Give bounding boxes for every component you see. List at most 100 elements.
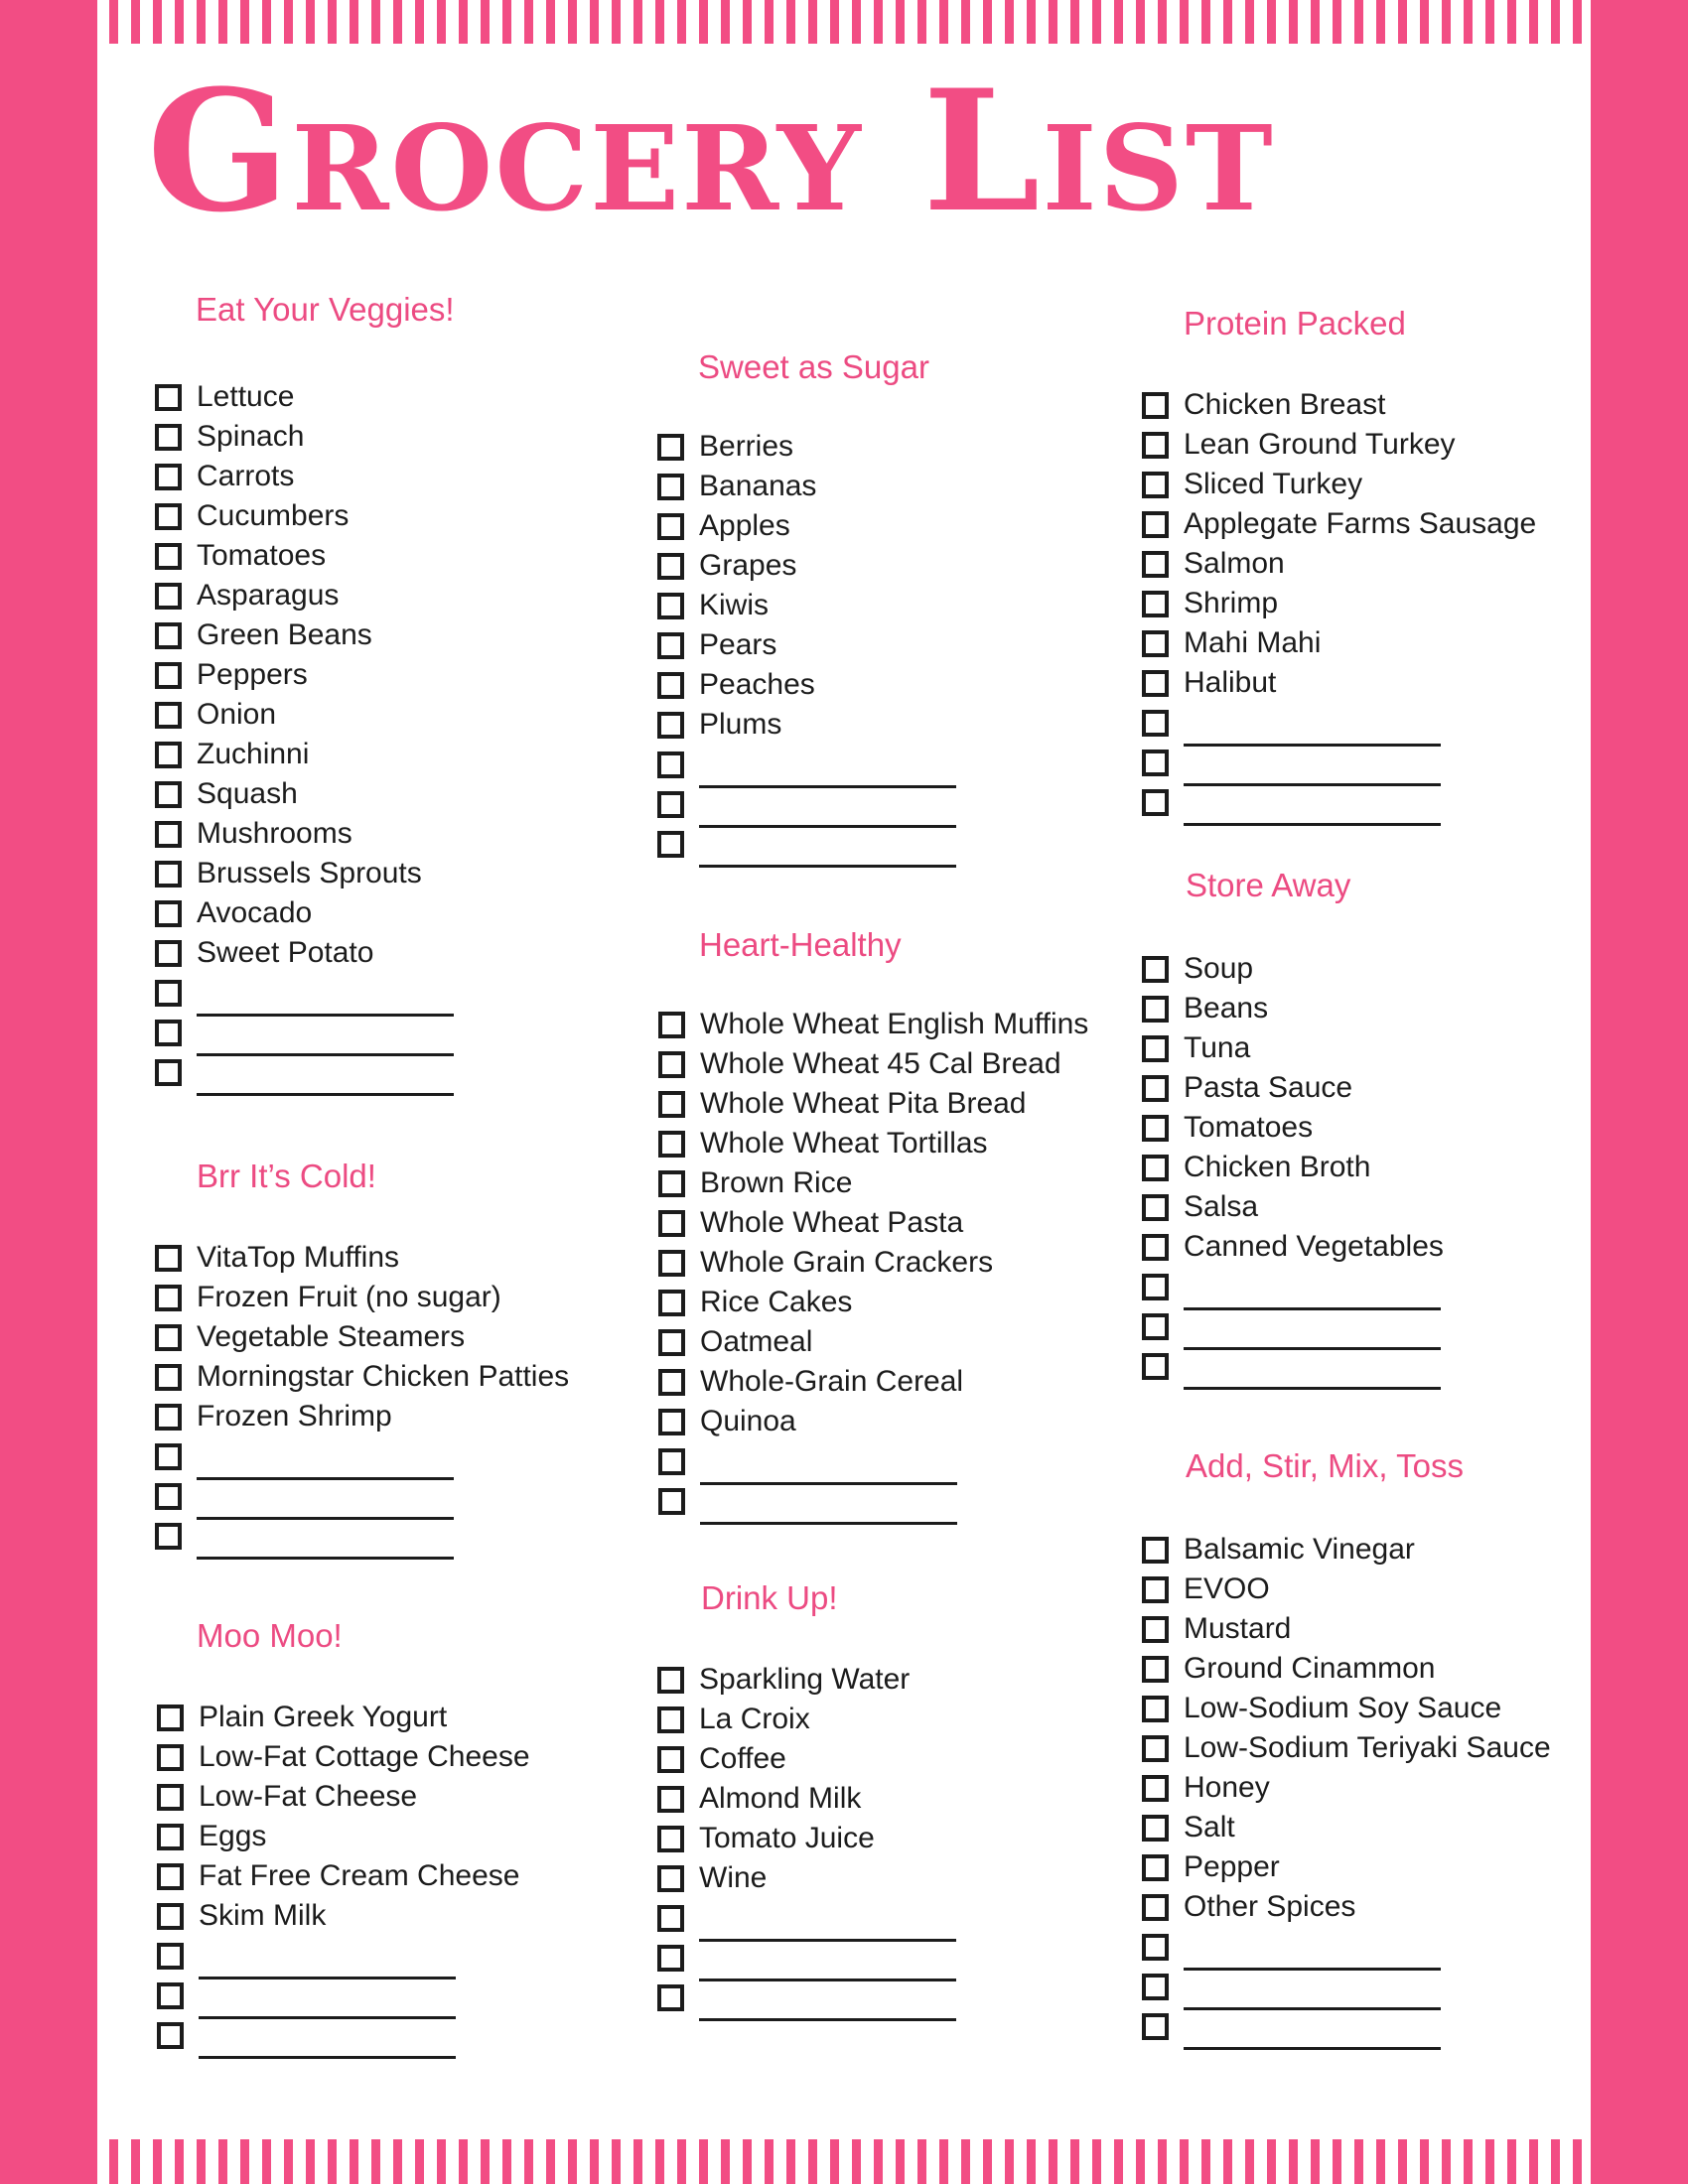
- checkbox[interactable]: [1142, 471, 1169, 498]
- checkbox[interactable]: [658, 1328, 685, 1356]
- write-in-line[interactable]: [1184, 1387, 1441, 1390]
- write-in-line[interactable]: [199, 2056, 456, 2059]
- write-in-line[interactable]: [699, 865, 956, 868]
- checkbox[interactable]: [657, 671, 684, 699]
- checkbox[interactable]: [657, 1983, 684, 2011]
- checkbox[interactable]: [657, 631, 684, 659]
- checkbox[interactable]: [155, 1323, 182, 1351]
- checkbox[interactable]: [1142, 1575, 1169, 1603]
- checkbox[interactable]: [157, 1783, 184, 1811]
- checkbox[interactable]: [658, 1487, 685, 1515]
- checkbox[interactable]: [1142, 788, 1169, 816]
- checkbox[interactable]: [658, 1209, 685, 1237]
- write-in-line[interactable]: [197, 1093, 454, 1096]
- checkbox[interactable]: [155, 860, 182, 887]
- checkbox[interactable]: [657, 790, 684, 818]
- checkbox[interactable]: [1142, 955, 1169, 983]
- checkbox[interactable]: [1142, 1615, 1169, 1643]
- checkbox[interactable]: [1142, 629, 1169, 657]
- checkbox[interactable]: [1142, 1193, 1169, 1221]
- checkbox[interactable]: [1142, 1074, 1169, 1102]
- checkbox[interactable]: [1142, 1312, 1169, 1340]
- checkbox[interactable]: [155, 502, 182, 530]
- checkbox[interactable]: [657, 1904, 684, 1932]
- checkbox[interactable]: [155, 1058, 182, 1086]
- checkbox[interactable]: [1142, 1695, 1169, 1722]
- checkbox[interactable]: [1142, 1536, 1169, 1564]
- checkbox[interactable]: [1142, 510, 1169, 538]
- checkbox[interactable]: [1142, 590, 1169, 617]
- checkbox[interactable]: [155, 383, 182, 411]
- checkbox[interactable]: [657, 1706, 684, 1733]
- checkbox[interactable]: [157, 1823, 184, 1850]
- checkbox[interactable]: [155, 1482, 182, 1510]
- checkbox[interactable]: [658, 1169, 685, 1197]
- checkbox[interactable]: [1142, 1774, 1169, 1802]
- write-in-line[interactable]: [700, 1522, 957, 1525]
- checkbox[interactable]: [657, 1666, 684, 1694]
- checkbox[interactable]: [1142, 431, 1169, 459]
- checkbox[interactable]: [155, 701, 182, 729]
- write-in-line[interactable]: [699, 2018, 956, 2021]
- checkbox[interactable]: [155, 1019, 182, 1046]
- checkbox[interactable]: [155, 780, 182, 808]
- checkbox[interactable]: [657, 1944, 684, 1972]
- checkbox[interactable]: [1142, 1114, 1169, 1142]
- checkbox[interactable]: [155, 1284, 182, 1311]
- checkbox[interactable]: [1142, 995, 1169, 1023]
- checkbox[interactable]: [155, 1244, 182, 1272]
- checkbox[interactable]: [155, 1363, 182, 1391]
- checkbox[interactable]: [157, 1981, 184, 2009]
- checkbox[interactable]: [155, 1522, 182, 1550]
- checkbox[interactable]: [1142, 2012, 1169, 2040]
- checkbox[interactable]: [155, 820, 182, 848]
- checkbox[interactable]: [155, 582, 182, 610]
- checkbox[interactable]: [1142, 550, 1169, 578]
- write-in-line[interactable]: [197, 1557, 454, 1560]
- checkbox[interactable]: [658, 1249, 685, 1277]
- checkbox[interactable]: [1142, 391, 1169, 419]
- checkbox[interactable]: [1142, 1233, 1169, 1261]
- checkbox[interactable]: [1142, 1734, 1169, 1762]
- checkbox[interactable]: [657, 473, 684, 500]
- checkbox[interactable]: [155, 661, 182, 689]
- checkbox[interactable]: [155, 939, 182, 967]
- checkbox[interactable]: [1142, 1853, 1169, 1881]
- checkbox[interactable]: [658, 1090, 685, 1118]
- checkbox[interactable]: [1142, 1893, 1169, 1921]
- checkbox[interactable]: [657, 1864, 684, 1892]
- write-in-line[interactable]: [1184, 823, 1441, 826]
- checkbox[interactable]: [657, 1825, 684, 1852]
- checkbox[interactable]: [658, 1447, 685, 1475]
- checkbox[interactable]: [155, 423, 182, 451]
- checkbox[interactable]: [657, 1745, 684, 1773]
- checkbox[interactable]: [658, 1130, 685, 1158]
- checkbox[interactable]: [155, 621, 182, 649]
- checkbox[interactable]: [157, 2021, 184, 2049]
- checkbox[interactable]: [155, 1442, 182, 1470]
- checkbox[interactable]: [1142, 669, 1169, 697]
- write-in-line[interactable]: [1184, 2047, 1441, 2050]
- checkbox[interactable]: [657, 711, 684, 739]
- checkbox[interactable]: [157, 1902, 184, 1930]
- checkbox[interactable]: [1142, 1154, 1169, 1181]
- checkbox[interactable]: [658, 1368, 685, 1396]
- checkbox[interactable]: [657, 751, 684, 778]
- checkbox[interactable]: [157, 1743, 184, 1771]
- checkbox[interactable]: [658, 1011, 685, 1038]
- checkbox[interactable]: [1142, 1352, 1169, 1380]
- checkbox[interactable]: [1142, 1973, 1169, 2000]
- checkbox[interactable]: [1142, 1273, 1169, 1300]
- checkbox[interactable]: [155, 463, 182, 490]
- checkbox[interactable]: [658, 1050, 685, 1078]
- checkbox[interactable]: [658, 1289, 685, 1316]
- checkbox[interactable]: [657, 433, 684, 461]
- checkbox[interactable]: [1142, 1034, 1169, 1062]
- checkbox[interactable]: [658, 1408, 685, 1435]
- checkbox[interactable]: [1142, 1814, 1169, 1842]
- checkbox[interactable]: [1142, 1655, 1169, 1683]
- checkbox[interactable]: [657, 512, 684, 540]
- checkbox[interactable]: [1142, 1933, 1169, 1961]
- checkbox[interactable]: [1142, 749, 1169, 776]
- checkbox[interactable]: [1142, 709, 1169, 737]
